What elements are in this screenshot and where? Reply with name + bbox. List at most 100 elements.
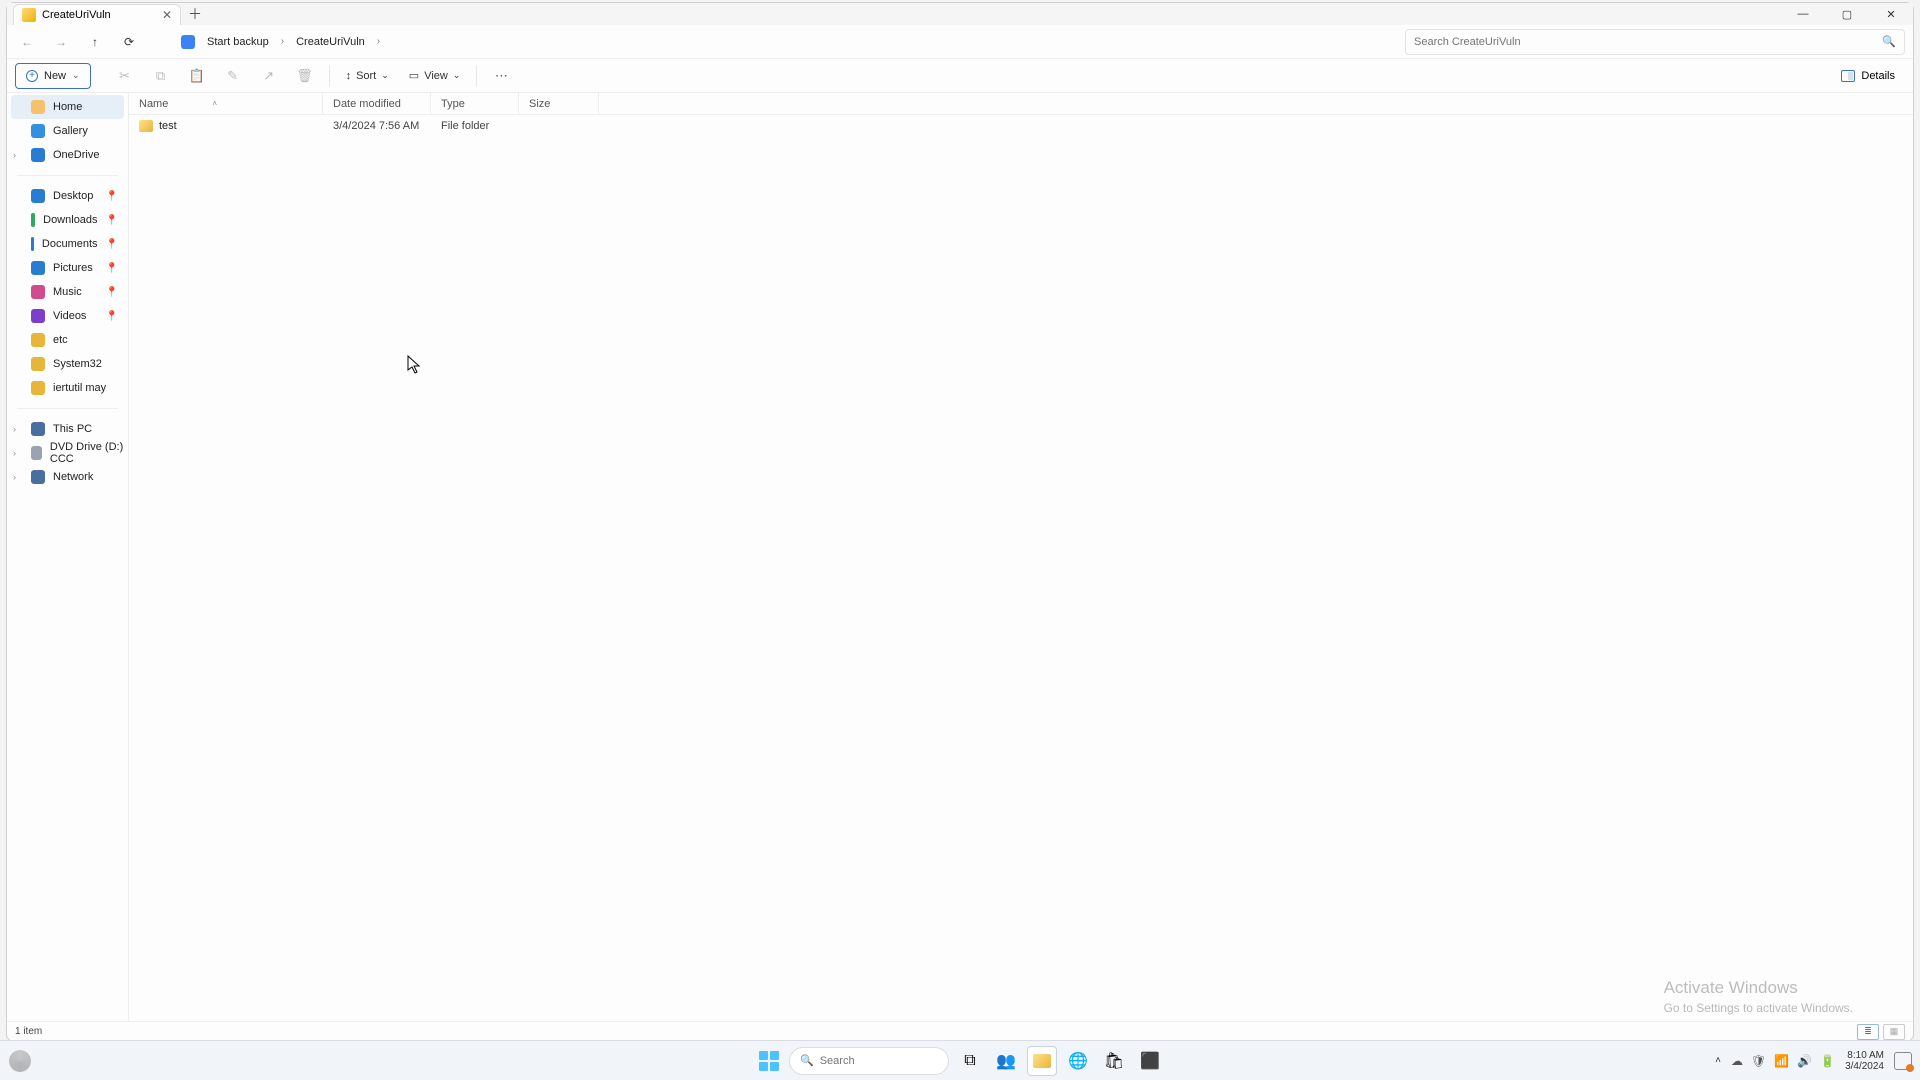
close-window-button[interactable]: ✕ [1869, 3, 1913, 25]
sidebar-item-thispc[interactable]: › This PC [7, 417, 128, 441]
view-grid-toggle[interactable]: ▦ [1883, 1024, 1905, 1040]
search-input[interactable] [1414, 36, 1882, 48]
nav-row: ← → ↑ ⟳ Start backup › CreateUriVuln › 🔍 [7, 25, 1913, 59]
search-icon: 🔍 [800, 1054, 814, 1067]
share-button[interactable]: ↗ [253, 63, 285, 89]
sidebar-item-downloads[interactable]: Downloads 📍 [7, 208, 128, 232]
sidebar-item-home[interactable]: Home [11, 95, 124, 119]
details-label: Details [1861, 70, 1895, 82]
sidebar-item-documents[interactable]: Documents 📍 [7, 232, 128, 256]
breadcrumb-current[interactable]: CreateUriVuln [292, 34, 369, 50]
sidebar: Home Gallery › OneDrive Desktop 📍 Downlo… [7, 93, 129, 1021]
onedrive-tray-icon[interactable]: ☁ [1731, 1054, 1743, 1068]
desktop-icon [31, 189, 45, 203]
file-row[interactable]: test 3/4/2024 7:56 AM File folder [129, 115, 1913, 137]
column-type[interactable]: Type [431, 93, 519, 114]
details-pane-button[interactable]: Details [1831, 63, 1905, 89]
up-button[interactable]: ↑ [83, 30, 107, 54]
sidebar-item-system32[interactable]: System32 [7, 352, 128, 376]
empty-area[interactable] [129, 137, 1913, 1021]
search-icon[interactable]: 🔍 [1882, 35, 1896, 48]
minimize-button[interactable]: — [1781, 3, 1825, 25]
sidebar-item-dvd[interactable]: › DVD Drive (D:) CCC [7, 441, 128, 465]
sidebar-item-iertutil[interactable]: iertutil may [7, 376, 128, 400]
paste-button[interactable]: 📋 [181, 63, 213, 89]
sound-icon[interactable]: 🔊 [1797, 1054, 1812, 1068]
refresh-button[interactable]: ⟳ [117, 30, 141, 54]
rename-button[interactable]: ✎ [217, 63, 249, 89]
breadcrumb-root[interactable]: Start backup [203, 34, 273, 50]
sidebar-item-desktop[interactable]: Desktop 📍 [7, 184, 128, 208]
store-icon[interactable]: 🛍 [1099, 1046, 1129, 1076]
taskbar-center: 🔍 ⧉ 👥 🌐 🛍 ⬛ [755, 1046, 1165, 1076]
tab-close-button[interactable]: ✕ [162, 8, 172, 22]
new-button-label: New [44, 70, 66, 82]
sidebar-item-network[interactable]: › Network [7, 465, 128, 489]
new-button[interactable]: + New ⌄ [15, 63, 91, 89]
taskbar-search-input[interactable] [820, 1055, 962, 1067]
breadcrumb: Start backup › CreateUriVuln › [151, 34, 1395, 50]
security-tray-icon[interactable]: 🛡 [1751, 1054, 1766, 1068]
sidebar-item-label: Documents [42, 238, 98, 250]
home-icon [31, 100, 45, 114]
clock-time: 8:10 AM [1845, 1050, 1884, 1061]
search-box[interactable]: 🔍 [1405, 29, 1905, 55]
forward-button[interactable]: → [49, 30, 73, 54]
teams-icon[interactable]: 👥 [991, 1046, 1021, 1076]
back-button[interactable]: ← [15, 30, 39, 54]
taskbar-search[interactable]: 🔍 [789, 1047, 949, 1075]
weather-widget[interactable] [0, 1050, 40, 1072]
edge-icon[interactable]: 🌐 [1063, 1046, 1093, 1076]
tab-active[interactable]: CreateUriVuln ✕ [13, 4, 181, 25]
pin-icon: 📍 [106, 191, 118, 202]
more-button[interactable]: ⋯ [485, 63, 517, 89]
copy-button[interactable]: ⧉ [145, 63, 177, 89]
view-button[interactable]: ▭ View ⌄ [401, 63, 469, 89]
sidebar-item-videos[interactable]: Videos 📍 [7, 304, 128, 328]
sidebar-item-etc[interactable]: etc [7, 328, 128, 352]
pin-icon: 📍 [106, 239, 118, 250]
chevron-right-icon[interactable]: › [13, 472, 16, 482]
battery-icon[interactable]: 🔋 [1820, 1054, 1835, 1068]
sidebar-item-gallery[interactable]: Gallery [7, 119, 128, 143]
chevron-right-icon: › [277, 36, 288, 47]
explorer-taskbar-icon[interactable] [1027, 1046, 1057, 1076]
pin-icon: 📍 [106, 311, 118, 322]
chevron-right-icon[interactable]: › [13, 150, 16, 160]
main-content: Name ˄ Date modified Type Size test 3/4/… [129, 93, 1913, 1021]
wifi-icon[interactable]: 📶 [1774, 1054, 1789, 1068]
column-name[interactable]: Name ˄ [129, 93, 323, 114]
terminal-icon[interactable]: ⬛ [1135, 1046, 1165, 1076]
folder-icon [31, 381, 45, 395]
sort-button[interactable]: ↕ Sort ⌄ [338, 63, 397, 89]
delete-button[interactable]: 🗑 [289, 63, 321, 89]
weather-icon [9, 1050, 31, 1072]
cut-button[interactable]: ✂ [109, 63, 141, 89]
start-button[interactable] [755, 1047, 783, 1075]
sidebar-item-onedrive[interactable]: › OneDrive [7, 143, 128, 167]
notifications-button[interactable] [1894, 1052, 1912, 1070]
folder-icon [31, 333, 45, 347]
separator [329, 66, 330, 86]
task-view-button[interactable]: ⧉ [955, 1046, 985, 1076]
new-tab-button[interactable]: ＋ [181, 3, 209, 25]
sidebar-item-music[interactable]: Music 📍 [7, 280, 128, 304]
tray-overflow-button[interactable]: ˄ [1715, 1055, 1721, 1066]
chevron-down-icon: ⌄ [453, 70, 461, 81]
activation-watermark: Activate Windows Go to Settings to activ… [1664, 976, 1853, 1017]
column-date[interactable]: Date modified [323, 93, 431, 114]
sidebar-item-pictures[interactable]: Pictures 📍 [7, 256, 128, 280]
maximize-button[interactable]: ▢ [1825, 3, 1869, 25]
clock[interactable]: 8:10 AM 3/4/2024 [1845, 1050, 1884, 1072]
folder-icon [22, 8, 36, 22]
breadcrumb-root-icon [181, 35, 195, 49]
column-size[interactable]: Size [519, 93, 599, 114]
separator [17, 175, 118, 176]
chevron-down-icon: ⌄ [72, 70, 80, 81]
explorer-window: CreateUriVuln ✕ ＋ — ▢ ✕ ← → ↑ ⟳ Start ba… [6, 2, 1914, 1042]
view-details-toggle[interactable]: ≣ [1857, 1024, 1879, 1040]
body: Home Gallery › OneDrive Desktop 📍 Downlo… [7, 93, 1913, 1021]
chevron-right-icon[interactable]: › [13, 448, 16, 458]
pin-icon: 📍 [106, 287, 118, 298]
chevron-right-icon[interactable]: › [13, 424, 16, 434]
